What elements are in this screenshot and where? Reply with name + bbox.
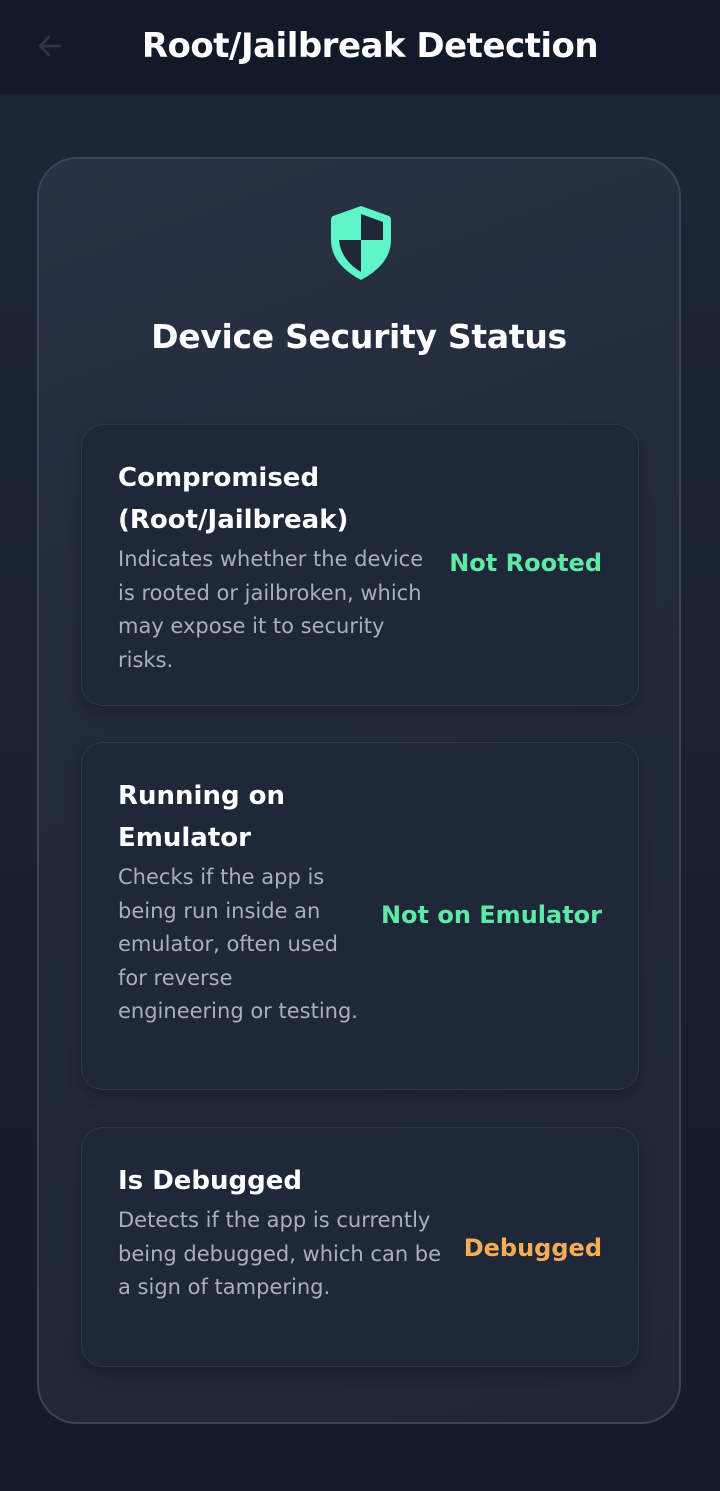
check-title: Running on Emulator [118,781,286,853]
shield-icon [331,206,391,280]
check-description: Checks if the app is being run inside an… [118,865,358,1023]
check-card-root: Compromised (Root/Jailbreak) Indicates w… [81,424,639,706]
panel-title: Device Security Status [151,317,567,356]
check-card-emulator: Running on Emulator Checks if the app is… [81,742,639,1090]
app-bar: Root/Jailbreak Detection [0,0,720,94]
check-status: Not Rooted [449,549,602,577]
check-description: Detects if the app is currently being de… [118,1208,442,1299]
check-status: Debugged [463,1234,602,1262]
arrow-left-icon [38,35,62,57]
check-card-debugger: Is Debugged Detects if the app is curren… [81,1127,639,1367]
security-status-panel: Device Security Status Compromised (Root… [37,157,681,1424]
check-title: Compromised (Root/Jailbreak) [118,463,349,535]
check-title: Is Debugged [118,1166,303,1196]
back-button[interactable] [28,24,72,68]
check-status: Not on Emulator [380,901,602,929]
page-title: Root/Jailbreak Detection [141,26,599,66]
check-description: Indicates whether the device is rooted o… [118,547,424,672]
